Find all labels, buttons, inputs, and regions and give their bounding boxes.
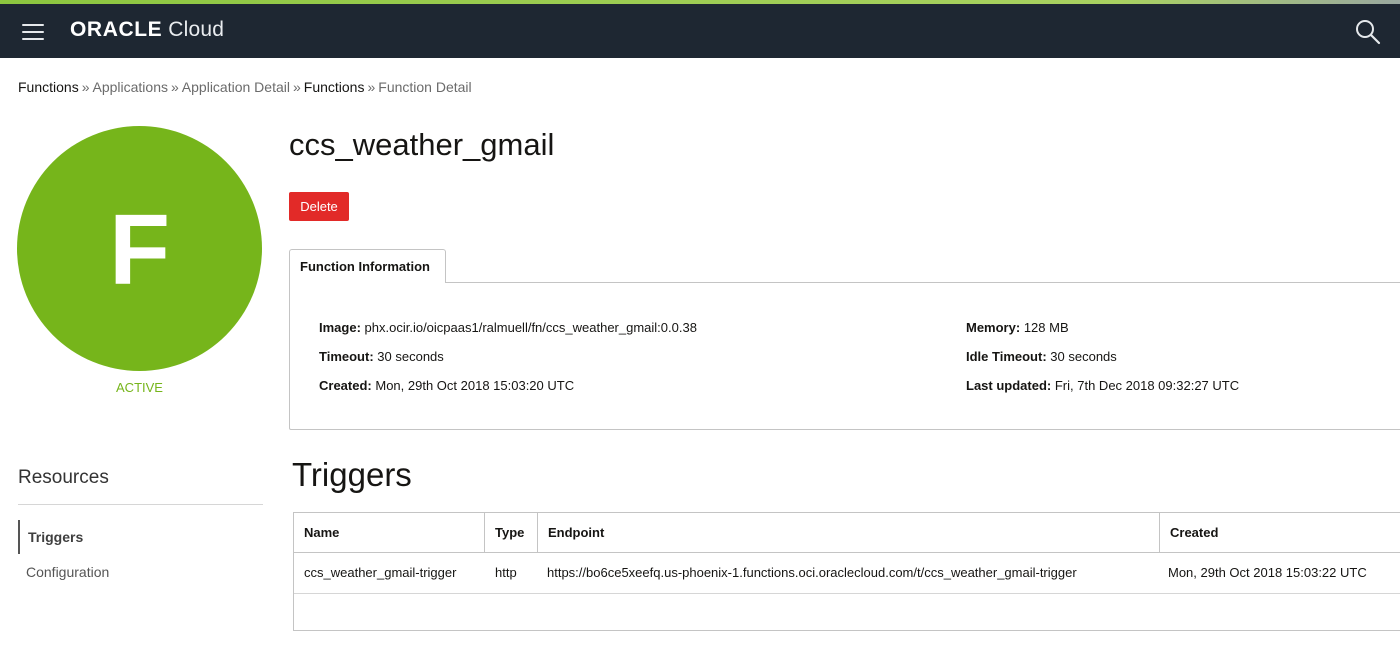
breadcrumb-separator: »: [292, 79, 301, 95]
column-header-created[interactable]: Created: [1160, 513, 1400, 552]
breadcrumb-applications[interactable]: Applications: [93, 79, 169, 95]
status-badge: ACTIVE: [116, 380, 163, 395]
breadcrumb-separator: »: [171, 79, 179, 95]
info-last-updated-value: Fri, 7th Dec 2018 09:32:27 UTC: [1054, 378, 1240, 393]
column-header-name[interactable]: Name: [294, 513, 485, 552]
info-memory: Memory: 128 MB: [966, 320, 1069, 335]
trigger-name-cell[interactable]: ccs_weather_gmail-trigger: [294, 553, 485, 593]
breadcrumb-function-detail: Function Detail: [378, 79, 472, 95]
info-image-label: Image:: [319, 320, 361, 335]
breadcrumb-functions[interactable]: Functions: [18, 79, 79, 95]
info-last-updated: Last updated: Fri, 7th Dec 2018 09:32:27…: [966, 378, 1239, 393]
resource-item-triggers[interactable]: Triggers: [18, 520, 258, 554]
breadcrumb: Functions» Applications» Application Detai…: [18, 79, 472, 95]
brand-cloud: Cloud: [168, 18, 225, 41]
top-navigation-bar: ORACLE Cloud: [0, 4, 1400, 58]
search-icon[interactable]: [1354, 18, 1382, 46]
oracle-cloud-logo[interactable]: ORACLE Cloud: [70, 18, 224, 42]
info-memory-label: Memory:: [966, 320, 1021, 335]
resources-divider: [18, 504, 263, 505]
breadcrumb-functions-list[interactable]: Functions: [304, 79, 365, 95]
info-image: Image: phx.ocir.io/oicpaas1/ralmuell/fn/…: [319, 320, 697, 335]
info-timeout-value: 30 seconds: [377, 349, 444, 364]
triggers-table: Name Type Endpoint Created ccs_weather_g…: [293, 512, 1400, 631]
resources-title: Resources: [18, 467, 109, 488]
column-header-endpoint[interactable]: Endpoint: [538, 513, 1160, 552]
function-avatar: F: [17, 126, 262, 371]
trigger-created-cell: Mon, 29th Oct 2018 15:03:22 UTC: [1168, 565, 1367, 580]
info-timeout-label: Timeout:: [319, 349, 374, 364]
function-information-panel: Image: phx.ocir.io/oicpaas1/ralmuell/fn/…: [289, 282, 1400, 430]
breadcrumb-separator: »: [367, 79, 376, 95]
table-row-divider: [294, 593, 1400, 594]
resource-item-configuration[interactable]: Configuration: [18, 555, 258, 589]
info-idle-timeout-label: Idle Timeout:: [966, 349, 1047, 364]
info-created-label: Created:: [319, 378, 372, 393]
trigger-type-cell: http: [495, 565, 517, 580]
info-created: Created: Mon, 29th Oct 2018 15:03:20 UTC: [319, 378, 574, 393]
brand-oracle: ORACLE: [70, 18, 163, 41]
info-last-updated-label: Last updated:: [966, 378, 1052, 393]
page-title: ccs_weather_gmail: [289, 127, 555, 162]
breadcrumb-application-detail[interactable]: Application Detail: [182, 79, 290, 95]
info-idle-timeout-value: 30 seconds: [1050, 349, 1117, 364]
triggers-heading: Triggers: [292, 456, 412, 493]
hamburger-icon[interactable]: [22, 24, 44, 40]
info-memory-value: 128 MB: [1023, 320, 1069, 335]
info-timeout: Timeout: 30 seconds: [319, 349, 444, 364]
trigger-endpoint-cell[interactable]: https://bo6ce5xeefq.us-phoenix-1.functio…: [537, 553, 1160, 593]
info-created-value: Mon, 29th Oct 2018 15:03:20 UTC: [375, 378, 575, 393]
breadcrumb-separator: »: [81, 79, 90, 95]
delete-button[interactable]: Delete: [289, 192, 349, 221]
info-image-value: phx.ocir.io/oicpaas1/ralmuell/fn/ccs_wea…: [364, 320, 697, 335]
info-idle-timeout: Idle Timeout: 30 seconds: [966, 349, 1117, 364]
column-header-type[interactable]: Type: [485, 513, 538, 552]
tab-function-information[interactable]: Function Information: [289, 249, 446, 283]
avatar-letter: F: [108, 193, 171, 306]
